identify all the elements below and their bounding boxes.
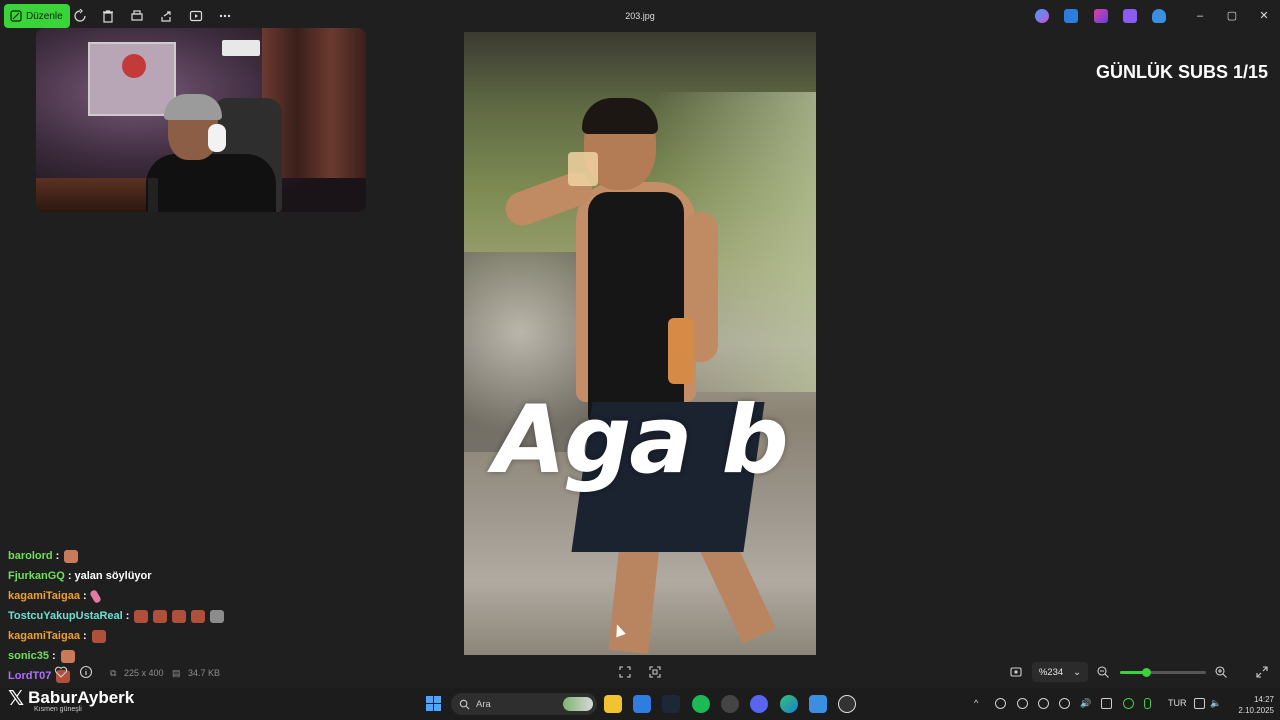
favorite-icon[interactable] <box>54 665 68 679</box>
tray-app-icon[interactable] <box>995 698 1006 709</box>
chat-separator: : <box>82 630 87 642</box>
chat-message: TostcuYakupUstaReal : <box>8 606 308 626</box>
taskbar-search[interactable]: Ara <box>451 693 597 715</box>
emote-icon <box>64 549 79 563</box>
emote-icon <box>134 609 149 623</box>
editor-icon[interactable] <box>1123 9 1137 23</box>
language-indicator[interactable]: TUR <box>1168 698 1187 708</box>
image-viewer-photo: Aga b <box>464 32 816 655</box>
minimize-button[interactable]: – <box>1193 9 1207 23</box>
media-player-icon[interactable] <box>838 695 856 713</box>
search-highlight-icon <box>563 697 593 711</box>
steam-icon[interactable] <box>662 695 680 713</box>
zoom-slider-handle[interactable] <box>1141 668 1151 677</box>
subs-counter: GÜNLÜK SUBS 1/15 <box>1095 62 1268 82</box>
chat-message: FjurkanGQ : yalan söylüyor <box>8 566 308 586</box>
webcam-overlay <box>36 28 366 212</box>
chat-username: kagamiTaigaa <box>8 590 80 602</box>
chat-username: FjurkanGQ <box>8 570 65 582</box>
onedrive-icon[interactable] <box>1152 9 1166 23</box>
zoom-in-icon[interactable] <box>1214 665 1228 679</box>
fit-to-window-icon[interactable] <box>1009 665 1023 679</box>
close-button[interactable]: ✕ <box>1257 9 1271 23</box>
emote-icon <box>91 629 106 643</box>
crop-icon[interactable] <box>618 665 632 679</box>
chevron-up-icon[interactable]: ^ <box>974 698 978 708</box>
x-logo-icon: 𝕏 <box>8 686 25 710</box>
copilot-icon[interactable] <box>1035 9 1049 23</box>
chat-separator: : <box>125 610 130 622</box>
speaker-icon[interactable]: 🔈 <box>1210 698 1221 709</box>
chevron-down-icon: ⌄ <box>1073 666 1082 678</box>
steam-tray-icon[interactable] <box>1059 698 1070 709</box>
chat-username: kagamiTaigaa <box>8 630 80 642</box>
emote-icon <box>172 609 187 623</box>
zoom-slider[interactable] <box>1120 668 1206 677</box>
emote-icon <box>210 609 225 623</box>
weather-status: Kısmen güneşli <box>34 706 82 713</box>
dimensions-icon: ⧉ <box>110 668 117 678</box>
search-label: Ara <box>476 698 491 710</box>
window-title: 203.jpg <box>625 11 655 21</box>
emote-icon <box>88 588 102 604</box>
maximize-button[interactable]: ▢ <box>1225 9 1239 23</box>
tray-app-icon[interactable] <box>1101 698 1112 709</box>
clipchamp-icon[interactable] <box>1094 9 1108 23</box>
zoom-out-icon[interactable] <box>1096 665 1110 679</box>
sync-icon[interactable] <box>1123 698 1134 709</box>
image-filesize: 34.7 KB <box>188 668 221 678</box>
chat-message: kagamiTaigaa : <box>8 586 308 606</box>
image-dimensions: 225 x 400 <box>124 668 164 678</box>
clock-time: 14:27 <box>1253 695 1274 704</box>
start-menu-icon[interactable] <box>426 696 441 711</box>
tray-app-icon[interactable] <box>1017 698 1028 709</box>
emote-icon <box>191 609 206 623</box>
streamer-name: BaburAyberk <box>28 688 135 707</box>
visual-search-icon[interactable] <box>648 665 662 679</box>
microphone-icon[interactable] <box>1144 698 1151 709</box>
chat-username: barolord <box>8 550 53 562</box>
fullscreen-icon[interactable] <box>1255 665 1269 679</box>
spotify-icon[interactable] <box>692 695 710 713</box>
file-explorer-icon[interactable] <box>604 695 622 713</box>
search-icon <box>459 699 470 709</box>
zoom-level: %234 <box>1038 666 1064 678</box>
chat-separator: : <box>82 590 87 602</box>
meme-caption: Aga b <box>493 386 788 495</box>
zoom-dropdown[interactable]: %234 ⌄ <box>1032 662 1088 682</box>
network-icon[interactable] <box>1194 698 1205 709</box>
photos-icon[interactable] <box>809 695 827 713</box>
filesize-icon: ▤ <box>172 668 181 678</box>
chat-message: barolord : <box>8 546 308 566</box>
tray-app-icon[interactable] <box>1038 698 1049 709</box>
chat-message: kagamiTaigaa : <box>8 626 308 646</box>
edge-icon[interactable] <box>780 695 798 713</box>
designer-icon[interactable] <box>1064 9 1078 23</box>
emote-icon <box>153 609 168 623</box>
store-icon[interactable] <box>633 695 651 713</box>
volume-icon[interactable]: 🔊 <box>1080 698 1091 709</box>
clock-date: 2.10.2025 <box>1238 706 1274 715</box>
chat-separator: : <box>55 550 60 562</box>
obs-icon[interactable] <box>721 695 739 713</box>
chat-username: TostcuYakupUstaReal <box>8 610 123 622</box>
chat-text: yalan söylüyor <box>74 570 152 582</box>
discord-icon[interactable] <box>750 695 768 713</box>
chat-separator: : <box>67 570 72 582</box>
taskbar-clock[interactable]: 14:27 2.10.2025 <box>1228 694 1274 716</box>
info-icon[interactable] <box>79 665 93 679</box>
image-info-bar: ⧉ 225 x 400 ▤ 34.7 KB <box>0 660 1280 686</box>
